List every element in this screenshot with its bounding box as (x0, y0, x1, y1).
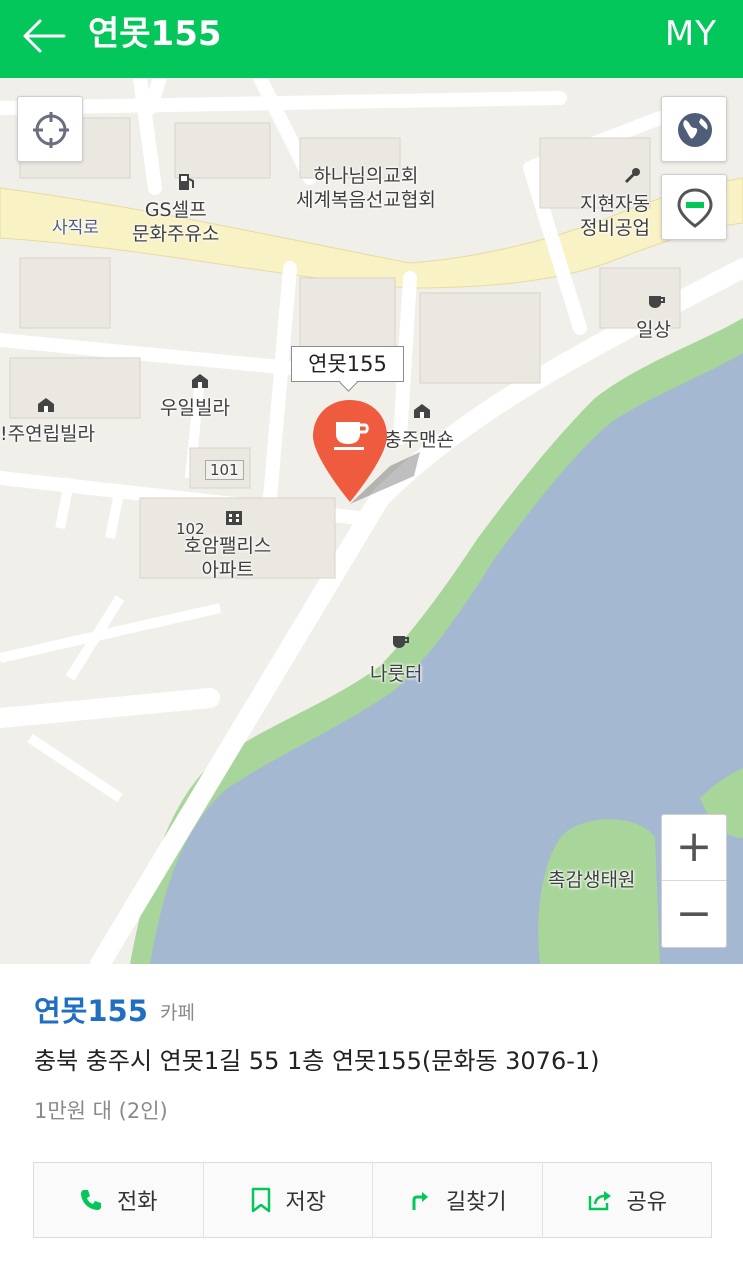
layer-button[interactable] (661, 174, 727, 240)
cafe-icon (390, 634, 412, 654)
crosshair-icon (33, 112, 69, 148)
church-label: 하나님의교회 세계복음선교협회 (296, 165, 436, 211)
cafe-marker-icon[interactable] (310, 396, 420, 506)
share-label: 공유 (626, 1190, 667, 1215)
share-icon (588, 1191, 611, 1211)
my-button[interactable]: MY (665, 12, 717, 56)
place-callout[interactable]: 연못155 (291, 346, 404, 382)
gas-station-icon (176, 172, 198, 192)
place-price-range: 1만원 대 (2인) (34, 1099, 168, 1123)
back-arrow-icon[interactable] (20, 12, 68, 60)
phone-icon (81, 1190, 101, 1210)
place-address: 충북 충주시 연못1길 55 1층 연못155(문화동 3076-1) (34, 1047, 600, 1075)
directions-icon (412, 1192, 428, 1210)
villa-label-yeonrip: !주연립빌라 (0, 423, 96, 445)
save-label: 저장 (285, 1190, 326, 1215)
current-location-button[interactable] (17, 96, 83, 162)
cafe-label-ilsang: 일상 (636, 319, 671, 341)
call-label: 전화 (117, 1190, 158, 1215)
call-button[interactable]: 전화 (34, 1163, 204, 1237)
map-view[interactable]: 사직로 GS셀프 문화주유소 하나님의교회 세계복음선교협회 지현자동 정비공업… (0, 78, 743, 964)
top-app-bar: 연못155 MY (0, 0, 743, 78)
place-info-panel: 연못155 카페 충북 충주시 연못1길 55 1층 연못155(문화동 307… (0, 964, 743, 1270)
zoom-in-button[interactable]: + (662, 815, 726, 881)
apartment-icon (224, 508, 246, 528)
action-bar: 전화 저장 길찾기 공유 (33, 1162, 712, 1238)
globe-button[interactable] (661, 96, 727, 162)
bookmark-icon (251, 1187, 270, 1213)
page-title: 연못155 (88, 14, 222, 54)
save-button[interactable]: 저장 (204, 1163, 373, 1237)
location-pin-icon (677, 188, 713, 228)
cafe-icon (646, 294, 668, 314)
share-button[interactable]: 공유 (543, 1163, 712, 1237)
gas-station-label: GS셀프 문화주유소 (132, 199, 220, 245)
zoom-out-button[interactable]: − (662, 882, 726, 948)
cafe-label-narut: 나룻터 (370, 663, 423, 685)
place-name-link[interactable]: 연못155 (34, 992, 148, 1030)
villa-icon (36, 396, 58, 416)
place-category: 카페 (160, 1002, 195, 1024)
park-label: 촉감생태원 (548, 869, 636, 891)
directions-label: 길찾기 (445, 1190, 507, 1215)
wrench-icon (622, 166, 644, 186)
repair-shop-label: 지현자동 정비공업 (580, 193, 650, 239)
globe-icon (678, 113, 712, 147)
villa-icon (190, 372, 212, 392)
directions-button[interactable]: 길찾기 (373, 1163, 543, 1237)
apartment-label: 호암팰리스 아파트 (184, 535, 272, 581)
zoom-control: + − (661, 814, 727, 948)
road-label: 사직로 (52, 218, 99, 238)
building-number-101: 101 (205, 460, 244, 480)
villa-label-wooil: 우일빌라 (160, 397, 230, 419)
